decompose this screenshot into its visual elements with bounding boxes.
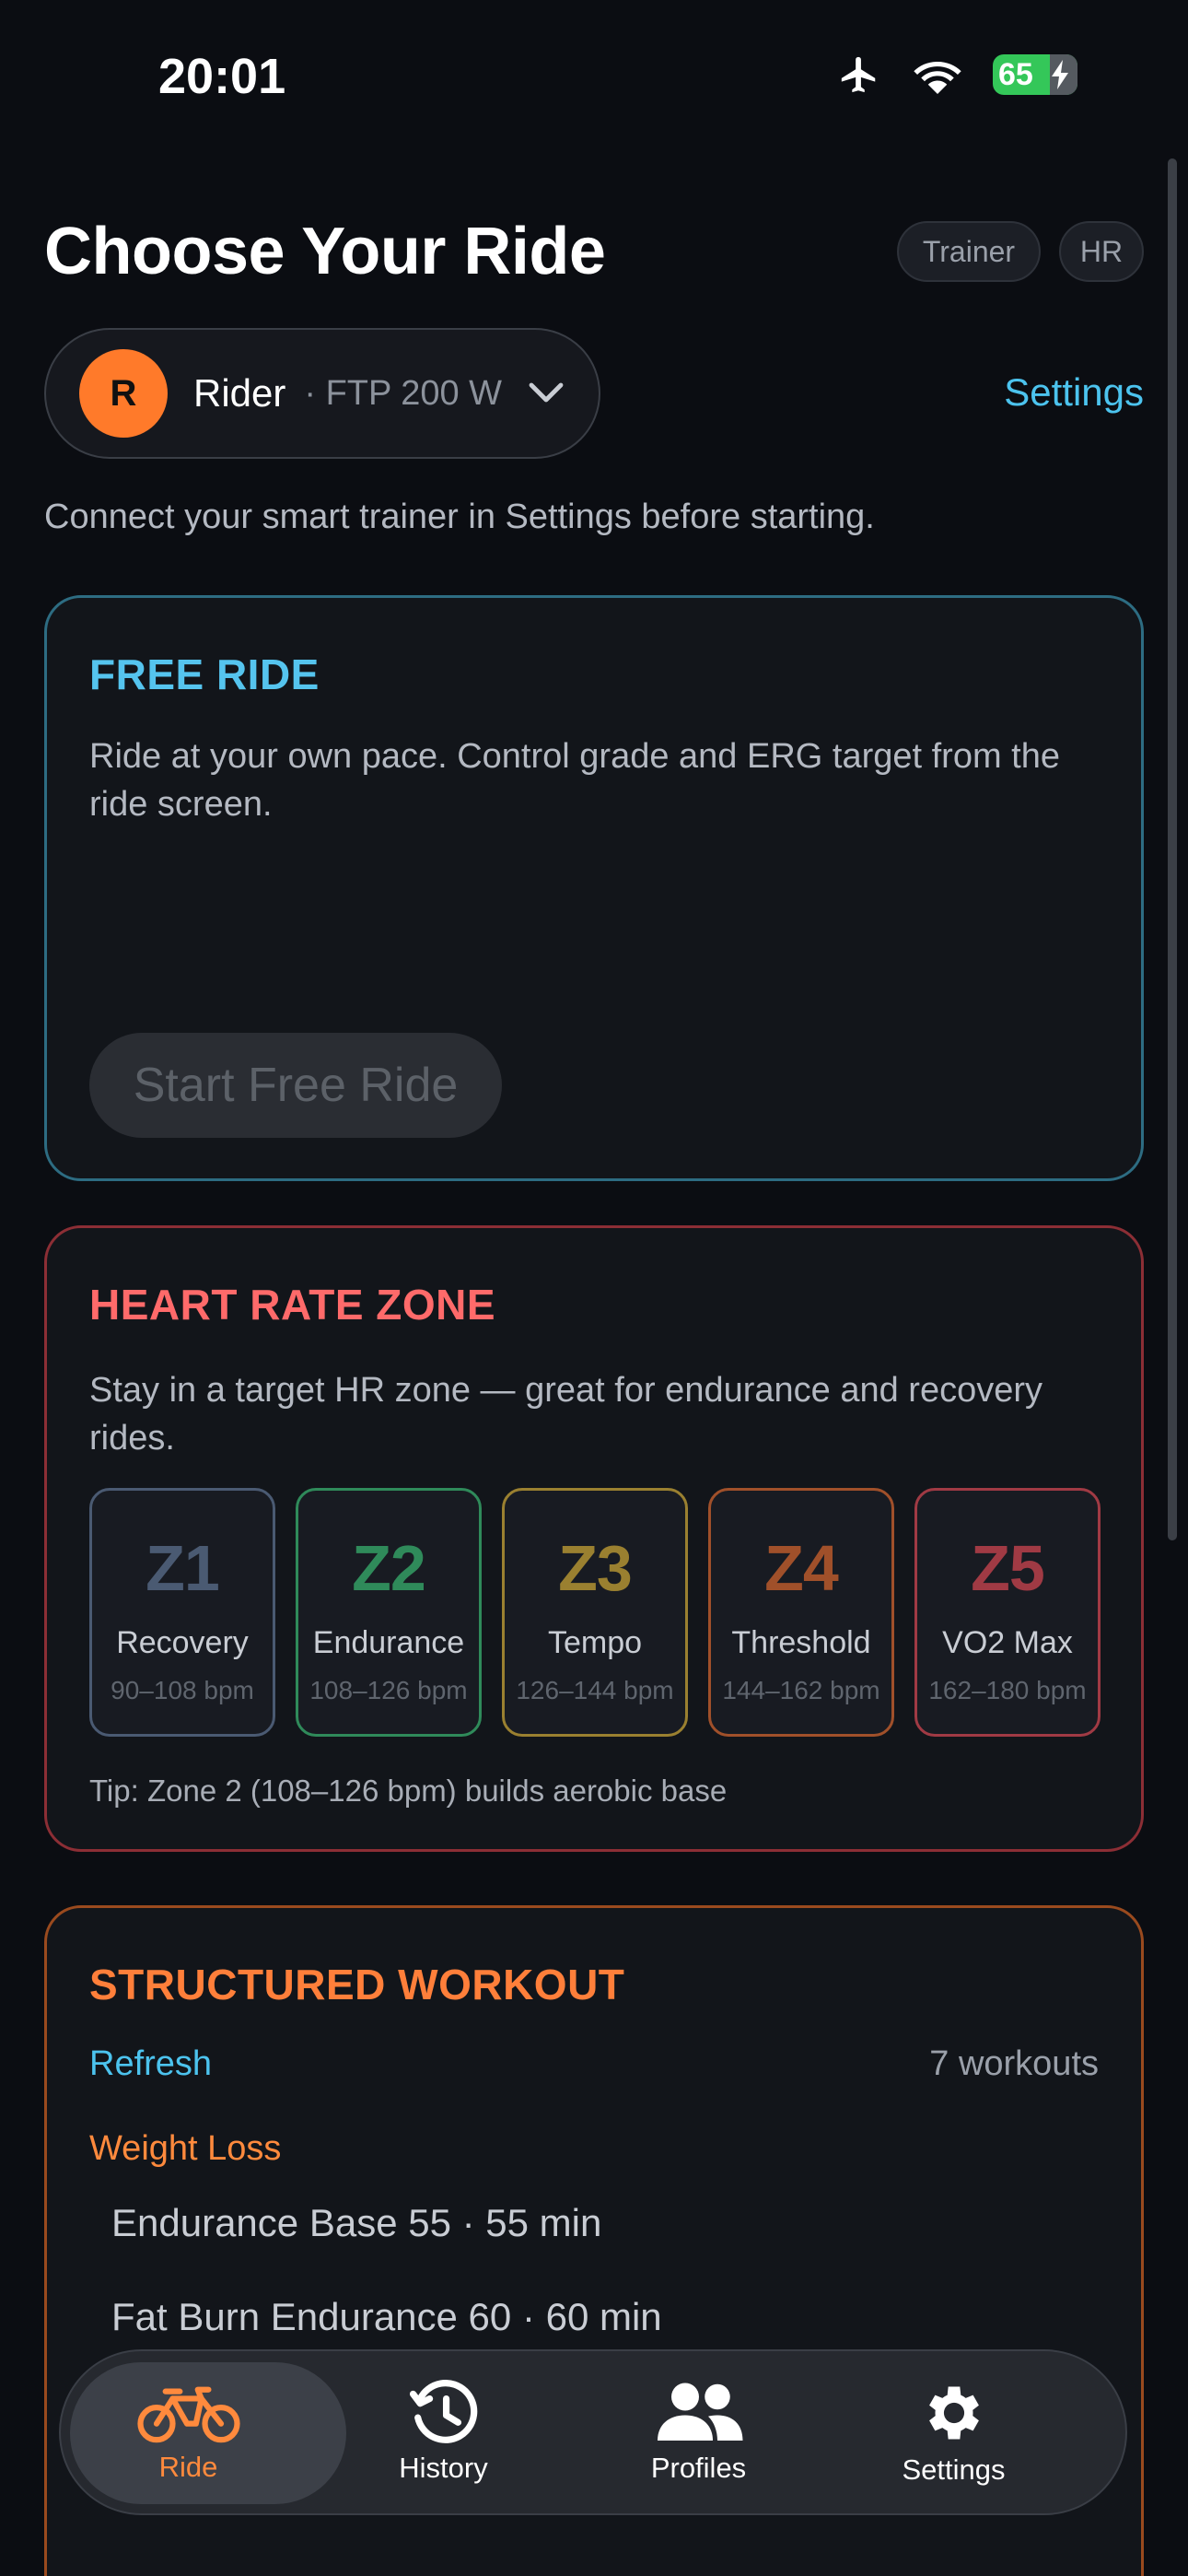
free-ride-card: FREE RIDE Ride at your own pace. Control… bbox=[44, 595, 1144, 1181]
history-icon bbox=[409, 2380, 477, 2443]
workout-category: Weight Loss bbox=[89, 2129, 282, 2168]
zone-tip: Tip: Zone 2 (108–126 bpm) builds aerobic… bbox=[89, 1774, 728, 1808]
tab-label: History bbox=[399, 2452, 488, 2484]
hr-status-badge: HR bbox=[1059, 221, 1144, 282]
gear-icon bbox=[928, 2386, 979, 2440]
zone-name: Threshold bbox=[731, 1625, 871, 1660]
tab-label: Settings bbox=[902, 2453, 1006, 2486]
zone-range: 108–126 bpm bbox=[309, 1676, 468, 1704]
tab-settings[interactable]: Settings bbox=[826, 2349, 1081, 2515]
zone-id: Z4 bbox=[764, 1532, 839, 1604]
zone-z1[interactable]: Z1 Recovery 90–108 bpm bbox=[89, 1488, 275, 1737]
zone-range: 144–162 bpm bbox=[722, 1676, 880, 1704]
wifi-icon bbox=[914, 62, 961, 94]
free-ride-description: Ride at your own pace. Control grade and… bbox=[89, 737, 1060, 824]
workout-item[interactable]: Fat Burn Endurance 60 · 60 min bbox=[111, 2295, 662, 2339]
trainer-status-badge: Trainer bbox=[897, 221, 1041, 282]
battery-indicator: 65 bbox=[993, 54, 1077, 95]
chevron-down-icon bbox=[529, 382, 564, 403]
tab-history[interactable]: History bbox=[316, 2349, 571, 2515]
tab-ride[interactable]: Ride bbox=[61, 2349, 316, 2515]
zone-list: Z1 Recovery 90–108 bpm Z2 Endurance 108–… bbox=[89, 1488, 1101, 1737]
zone-id: Z2 bbox=[352, 1532, 426, 1604]
free-ride-title: FREE RIDE bbox=[89, 650, 320, 698]
zone-id: Z3 bbox=[558, 1532, 633, 1604]
workout-item[interactable]: Endurance Base 55 · 55 min bbox=[111, 2201, 601, 2245]
zone-range: 90–108 bpm bbox=[111, 1676, 254, 1704]
zone-name: Recovery bbox=[116, 1625, 249, 1660]
tab-profiles[interactable]: Profiles bbox=[571, 2349, 826, 2515]
zone-name: Tempo bbox=[547, 1625, 643, 1660]
heart-rate-title: HEART RATE ZONE bbox=[89, 1281, 496, 1329]
people-icon bbox=[657, 2383, 742, 2441]
rider-ftp: · FTP 200 W bbox=[304, 373, 503, 413]
tab-label: Ride bbox=[158, 2451, 218, 2483]
heart-rate-description: Stay in a target HR zone — great for end… bbox=[89, 1371, 1042, 1458]
zone-name: VO2 Max bbox=[942, 1625, 1073, 1660]
zone-range: 126–144 bpm bbox=[516, 1676, 674, 1704]
zone-z2[interactable]: Z2 Endurance 108–126 bpm bbox=[296, 1488, 482, 1737]
zone-z4[interactable]: Z4 Threshold 144–162 bpm bbox=[708, 1488, 894, 1737]
page-title: Choose Your Ride bbox=[44, 215, 606, 288]
tab-label: Profiles bbox=[650, 2452, 747, 2484]
airplane-icon bbox=[841, 56, 876, 93]
status-time: 20:01 bbox=[158, 49, 286, 104]
zone-z3[interactable]: Z3 Tempo 126–144 bpm bbox=[502, 1488, 688, 1737]
scroll-indicator[interactable] bbox=[1168, 158, 1177, 1540]
zone-z5[interactable]: Z5 VO2 Max 162–180 bpm bbox=[914, 1488, 1101, 1737]
battery-level: 65 bbox=[998, 56, 1033, 92]
avatar: R bbox=[79, 349, 168, 438]
bike-icon bbox=[136, 2386, 240, 2443]
refresh-button[interactable]: Refresh bbox=[89, 2044, 212, 2084]
zone-id: Z5 bbox=[971, 1532, 1045, 1604]
settings-link[interactable]: Settings bbox=[1004, 370, 1144, 415]
rider-selector[interactable]: R Rider · FTP 200 W bbox=[44, 328, 600, 459]
heart-rate-zone-card: HEART RATE ZONE Stay in a target HR zone… bbox=[44, 1225, 1144, 1852]
zone-name: Endurance bbox=[312, 1625, 465, 1660]
bottom-tab-bar: Ride History Profiles Settings bbox=[59, 2349, 1127, 2515]
rider-name: Rider bbox=[193, 371, 286, 415]
connect-hint: Connect your smart trainer in Settings b… bbox=[44, 498, 875, 536]
status-bar: 20:01 65 bbox=[0, 0, 1188, 157]
workout-count: 7 workouts bbox=[929, 2044, 1099, 2083]
start-free-ride-button[interactable]: Start Free Ride bbox=[89, 1033, 502, 1138]
structured-workout-title: STRUCTURED WORKOUT bbox=[89, 1961, 625, 2008]
zone-id: Z1 bbox=[146, 1532, 220, 1604]
charging-bolt-icon bbox=[1052, 60, 1068, 89]
status-icons: 65 bbox=[836, 53, 1077, 96]
zone-range: 162–180 bpm bbox=[928, 1676, 1087, 1704]
